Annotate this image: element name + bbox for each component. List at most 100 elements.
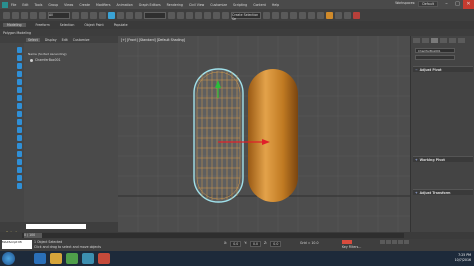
link-icon[interactable]: [21, 11, 28, 19]
maxscript-listener[interactable]: MAXScript Mi: [2, 240, 32, 249]
motion-tab-icon[interactable]: [440, 38, 447, 43]
scene-tab-edit[interactable]: Edit: [62, 38, 68, 42]
menu-tools[interactable]: Tools: [35, 3, 43, 7]
object-name-field[interactable]: ChamferBox001: [415, 48, 455, 53]
timeline-track[interactable]: 0 / 100: [22, 233, 404, 238]
visibility-icon[interactable]: [30, 58, 33, 62]
redo-icon[interactable]: [12, 11, 19, 19]
go-to-end-icon[interactable]: [404, 240, 409, 244]
modify-tab-icon[interactable]: [422, 38, 429, 43]
y-coordinate-field[interactable]: 0.0: [249, 241, 262, 247]
explorer-filter-field[interactable]: [26, 224, 86, 229]
material-editor-icon[interactable]: [326, 11, 333, 19]
system-tray-clock[interactable]: 7:25 PM 10/7/2016: [455, 253, 471, 263]
named-selection-dropdown[interactable]: Create Selection Se: [231, 11, 261, 21]
render-setup-icon[interactable]: [335, 11, 342, 19]
ribbon-tab-populate[interactable]: Populate: [114, 23, 128, 27]
menu-modifiers[interactable]: Modifiers: [96, 3, 111, 7]
unlink-icon[interactable]: [30, 11, 37, 19]
key-filters-button[interactable]: Key Filters...: [342, 245, 361, 249]
maximize-icon[interactable]: □: [452, 0, 463, 9]
display-all-icon[interactable]: [17, 143, 22, 149]
display-containers-icon[interactable]: [17, 119, 22, 125]
percent-snap-icon[interactable]: [213, 11, 220, 19]
display-cameras-icon[interactable]: [17, 71, 22, 77]
folder-icon[interactable]: [50, 253, 62, 264]
select-object-icon[interactable]: [72, 11, 79, 19]
rollout-adjust-pivot[interactable]: − Adjust Pivot: [413, 66, 473, 72]
menu-create[interactable]: Create: [79, 3, 90, 7]
display-spacewarps-icon[interactable]: [17, 87, 22, 93]
modifier-list-dropdown[interactable]: [415, 55, 455, 60]
ribbon-toggle-icon[interactable]: [299, 11, 306, 19]
menu-graph-editors[interactable]: Graph Editors: [139, 3, 161, 7]
wireframe-capsule[interactable]: [193, 68, 244, 203]
align-icon[interactable]: [272, 11, 279, 19]
display-hidden-icon[interactable]: [17, 135, 22, 141]
start-button-icon[interactable]: [2, 252, 15, 265]
display-shapes-icon[interactable]: [17, 55, 22, 61]
previous-frame-icon[interactable]: [386, 240, 391, 244]
menu-civil-view[interactable]: Civil View: [189, 3, 204, 7]
undo-icon[interactable]: [3, 11, 10, 19]
ribbon-tab-freeform[interactable]: Freeform: [36, 23, 50, 27]
create-tab-icon[interactable]: [413, 38, 420, 43]
spinner-snap-icon[interactable]: [222, 11, 229, 19]
menu-file[interactable]: File: [11, 3, 16, 7]
display-lights-icon[interactable]: [17, 63, 22, 69]
menu-scripting[interactable]: Scripting: [233, 3, 247, 7]
ribbon-tab-selection[interactable]: Selection: [60, 23, 75, 27]
menu-customize[interactable]: Customize: [210, 3, 227, 7]
layer-explorer-icon[interactable]: [290, 11, 297, 19]
display-invert-icon[interactable]: [17, 159, 22, 165]
menu-animation[interactable]: Animation: [117, 3, 133, 7]
close-icon[interactable]: ✕: [463, 0, 474, 9]
keyboard-shortcut-icon[interactable]: [186, 11, 193, 19]
sync-selection-icon[interactable]: [17, 167, 22, 173]
scene-tab-customize[interactable]: Customize: [73, 38, 90, 42]
scene-tab-select[interactable]: Select: [26, 37, 40, 42]
viewport-label[interactable]: [+] [Front] [Standard] [Default Shading]: [121, 38, 185, 42]
menu-views[interactable]: Views: [64, 3, 73, 7]
pivot-center-icon[interactable]: [168, 11, 175, 19]
go-to-start-icon[interactable]: [380, 240, 385, 244]
display-xrefs-icon[interactable]: [17, 103, 22, 109]
app-logo-icon[interactable]: [2, 1, 8, 8]
display-helpers-icon[interactable]: [17, 79, 22, 85]
viewport-front[interactable]: [+] [Front] [Standard] [Default Shading]: [118, 36, 410, 232]
scene-tab-display[interactable]: Display: [45, 38, 57, 42]
display-bones-icon[interactable]: [17, 111, 22, 117]
select-manipulate-icon[interactable]: [177, 11, 184, 19]
select-place-icon[interactable]: [135, 11, 142, 19]
dependents-icon[interactable]: [17, 183, 22, 189]
rollout-adjust-transform[interactable]: + Adjust Transform: [413, 189, 473, 195]
reference-coord-dropdown[interactable]: [144, 11, 166, 19]
ribbon-tab-object-paint[interactable]: Object Paint: [84, 23, 103, 27]
z-coordinate-field[interactable]: 0.0: [270, 241, 282, 247]
bind-spacewarp-icon[interactable]: [39, 11, 46, 19]
rendered-frame-icon[interactable]: [344, 11, 351, 19]
select-by-name-icon[interactable]: [81, 11, 88, 19]
select-move-icon[interactable]: [108, 11, 115, 19]
auto-key-button[interactable]: [342, 240, 352, 244]
display-groups-icon[interactable]: [17, 95, 22, 101]
time-slider[interactable]: 0 / 100: [24, 233, 42, 238]
solid-capsule[interactable]: [248, 69, 298, 202]
display-none-icon[interactable]: [17, 151, 22, 157]
scene-explorer-icon[interactable]: [281, 11, 288, 19]
render-production-icon[interactable]: [353, 11, 360, 19]
menu-rendering[interactable]: Rendering: [167, 3, 183, 7]
display-tab-icon[interactable]: [449, 38, 456, 43]
select-scale-icon[interactable]: [126, 11, 133, 19]
curve-editor-icon[interactable]: [308, 11, 315, 19]
minimize-icon[interactable]: –: [441, 0, 452, 9]
menu-content[interactable]: Content: [253, 3, 266, 7]
ie-icon[interactable]: [34, 253, 46, 264]
selection-filter-dropdown[interactable]: All: [48, 11, 70, 19]
rollout-working-pivot[interactable]: + Working Pivot: [413, 156, 473, 162]
media-icon[interactable]: [66, 253, 78, 264]
hierarchy-tab-icon[interactable]: [431, 38, 438, 43]
x-coordinate-field[interactable]: 0.0: [230, 241, 242, 247]
window-crossing-icon[interactable]: [99, 11, 106, 19]
scene-list-header[interactable]: Name (Sorted Ascending): [28, 52, 67, 56]
